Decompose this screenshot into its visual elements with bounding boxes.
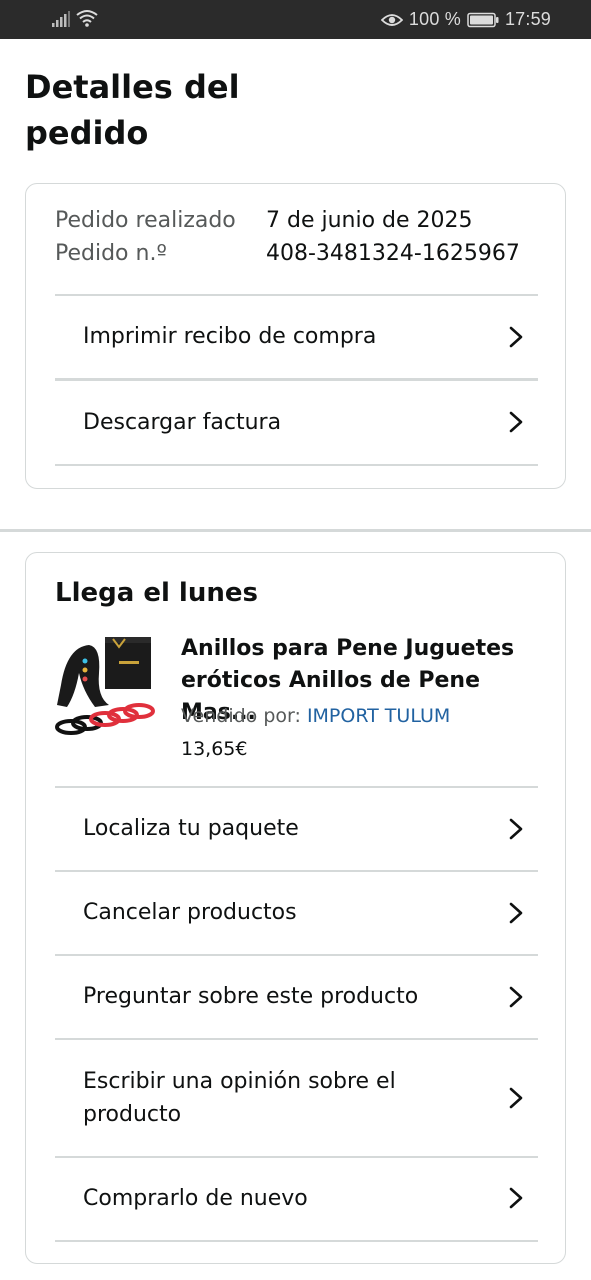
print-receipt-row[interactable]: Imprimir recibo de compra	[55, 295, 538, 378]
product-price: 13,65€	[181, 738, 248, 760]
eye-comfort-icon	[380, 13, 403, 26]
divider	[55, 1240, 538, 1242]
wifi-icon	[76, 10, 98, 27]
status-bar: 100 % 17:59	[0, 0, 591, 39]
order-number-row: Pedido n.º 408-3481324-1625967	[55, 239, 520, 269]
track-package-label: Localiza tu paquete	[83, 816, 299, 841]
order-date-value: 7 de junio de 2025	[266, 208, 473, 233]
signal-icon	[52, 11, 70, 27]
order-date-label: Pedido realizado	[55, 208, 236, 233]
chevron-right-icon	[509, 986, 523, 1007]
shipment-card: Llega el lunes Anillos para Pene Juguete…	[25, 552, 566, 1264]
ask-product-row[interactable]: Preguntar sobre este producto	[55, 955, 538, 1038]
write-review-label: Escribir una opinión sobre el producto	[83, 1068, 396, 1127]
arrival-heading: Llega el lunes	[55, 578, 258, 608]
clock: 17:59	[504, 9, 551, 29]
order-date-row: Pedido realizado 7 de junio de 2025	[55, 206, 473, 236]
chevron-right-icon	[509, 1087, 523, 1108]
ask-product-label: Preguntar sobre este producto	[83, 984, 419, 1009]
order-number-label: Pedido n.º	[55, 241, 167, 266]
chevron-right-icon	[509, 1187, 523, 1209]
order-number-value: 408-3481324-1625967	[266, 241, 520, 266]
buy-again-row[interactable]: Comprarlo de nuevo	[55, 1157, 538, 1239]
order-info-card: Pedido realizado 7 de junio de 2025 Pedi…	[25, 183, 566, 489]
seller-line: Vendido por: IMPORT TULUM	[181, 703, 450, 729]
cancel-items-row[interactable]: Cancelar productos	[55, 871, 538, 954]
chevron-right-icon	[509, 411, 523, 433]
sold-by-label: Vendido por:	[181, 705, 301, 727]
battery-percent: 100 %	[408, 9, 461, 29]
page-title: Detalles del pedido	[25, 68, 240, 152]
chevron-right-icon	[509, 902, 523, 923]
seller-link[interactable]: IMPORT TULUM	[307, 705, 450, 727]
track-package-row[interactable]: Localiza tu paquete	[55, 787, 538, 870]
status-right: 100 % 17:59	[380, 9, 551, 30]
download-invoice-row[interactable]: Descargar factura	[55, 381, 538, 463]
divider	[55, 464, 538, 466]
battery-icon	[467, 12, 499, 27]
chevron-right-icon	[509, 326, 523, 347]
buy-again-label: Comprarlo de nuevo	[83, 1185, 308, 1211]
cancel-items-label: Cancelar productos	[83, 900, 297, 925]
section-separator	[0, 529, 591, 532]
write-review-row[interactable]: Escribir una opinión sobre el producto	[55, 1039, 538, 1156]
download-invoice-label: Descargar factura	[83, 409, 282, 435]
chevron-right-icon	[509, 818, 523, 839]
print-receipt-label: Imprimir recibo de compra	[83, 324, 377, 349]
product-image[interactable]	[53, 633, 161, 739]
status-left	[52, 9, 98, 27]
